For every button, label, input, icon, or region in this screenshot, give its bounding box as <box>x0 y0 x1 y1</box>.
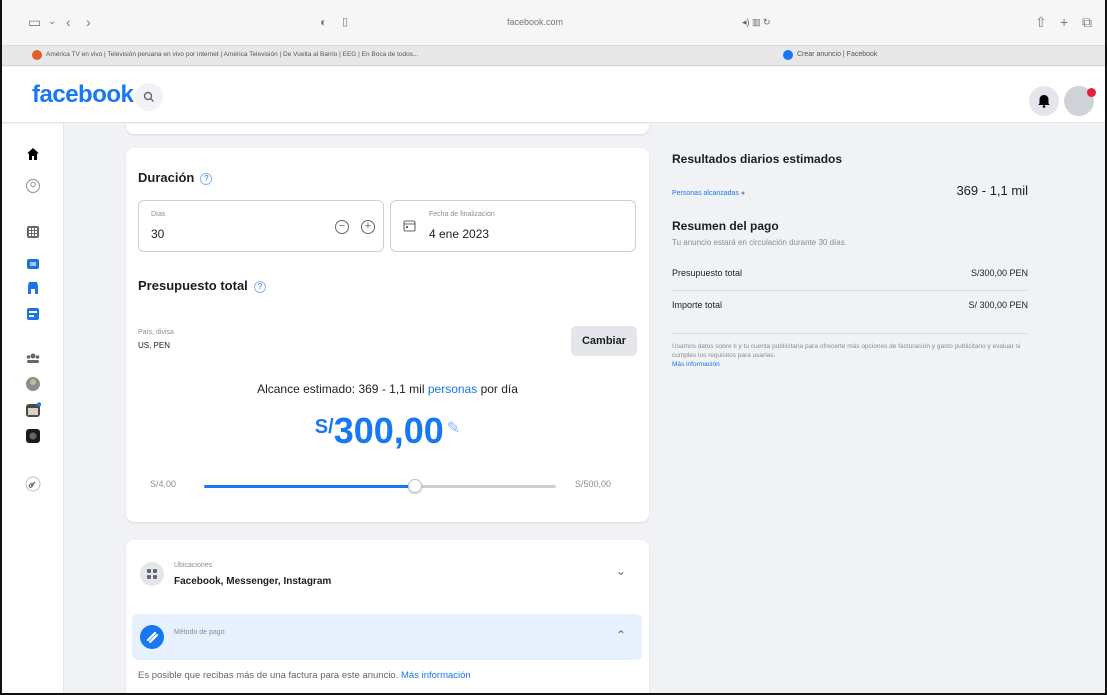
tab-crear-anuncio[interactable]: Crear anuncio | Facebook <box>797 51 877 58</box>
amount-value: 300,00 <box>333 410 444 451</box>
chevron-up-icon[interactable]: ⌃ <box>616 628 626 642</box>
search-button[interactable] <box>135 83 163 111</box>
profile-avatar[interactable] <box>1062 84 1096 118</box>
budget-slider[interactable] <box>204 479 556 493</box>
menu-grid-icon[interactable] <box>25 224 41 240</box>
estimated-reach: Alcance estimado: 369 - 1,1 mil personas… <box>257 382 518 396</box>
previous-card <box>126 124 649 134</box>
facebook-header: facebook <box>2 67 1105 123</box>
placements-payment-card: Ubicaciones Facebook, Messenger, Instagr… <box>126 540 649 693</box>
slider-fill <box>204 485 416 488</box>
privacy-icon[interactable]: ◐ <box>320 14 327 30</box>
home-icon[interactable] <box>25 146 41 162</box>
watch-icon[interactable] <box>25 256 41 272</box>
back-icon[interactable]: ‹ <box>66 14 71 30</box>
placements-value: Facebook, Messenger, Instagram <box>174 576 332 587</box>
end-date-label: Fecha de finalización <box>429 211 495 218</box>
total-budget-value: S/300,00 PEN <box>970 268 1028 278</box>
shortcut-avatar-3[interactable] <box>25 428 41 444</box>
payment-summary-sub: Tu anuncio estará en circulación durante… <box>672 238 847 247</box>
left-nav-rail <box>2 124 64 693</box>
tab-favicon-icon <box>32 50 42 60</box>
total-budget-label: Presupuesto total <box>672 268 743 278</box>
days-label: Días <box>151 211 166 218</box>
people-reached-label: Personas alcanzadas ● <box>672 190 746 197</box>
more-info-link[interactable]: Más información <box>672 360 1032 369</box>
audio-icon[interactable]: ◂) ▥ ↻ <box>742 17 771 28</box>
address-bar[interactable]: facebook.com <box>507 17 563 27</box>
days-field[interactable]: Días 30 − + <box>138 200 384 252</box>
notifications-button[interactable] <box>1029 86 1059 116</box>
payment-method-row[interactable]: Método de pago ⌃ <box>132 614 642 660</box>
sidebar-icon[interactable]: ▭ <box>28 14 41 30</box>
change-currency-button[interactable]: Cambiar <box>571 326 637 356</box>
end-date-value[interactable]: 4 ene 2023 <box>429 227 489 241</box>
edit-pencil-icon[interactable]: ✎ <box>447 420 460 437</box>
country-currency-label: País, divisa <box>138 329 174 336</box>
info-icon[interactable]: ? <box>200 173 213 185</box>
placements-label: Ubicaciones <box>174 562 213 569</box>
slider-thumb[interactable] <box>408 479 423 493</box>
tab-strip: América TV en vivo | Televisión peruana … <box>2 46 1105 66</box>
calendar-icon <box>403 220 416 232</box>
daily-results-title: Resultados diarios estimados <box>672 152 843 166</box>
country-currency-value: US, PEN <box>138 341 171 350</box>
days-value[interactable]: 30 <box>151 227 164 241</box>
pages-icon[interactable] <box>25 306 41 322</box>
groups-icon[interactable] <box>25 350 41 366</box>
share-icon[interactable]: ⇧ <box>1035 14 1047 30</box>
facebook-logo[interactable]: facebook <box>32 81 134 109</box>
screen: ▭ ⌄ ‹ › ◐ ▯ facebook.com ◂) ▥ ↻ ⇧ + ⧉ Am… <box>0 0 1107 695</box>
payment-summary-title: Resumen del pago <box>672 219 779 233</box>
decrease-days-button[interactable]: − <box>335 220 349 234</box>
slider-max-label: S/500,00 <box>575 479 612 489</box>
tab-america-tv[interactable]: América TV en vivo | Televisión peruana … <box>46 51 556 58</box>
end-date-field[interactable]: Fecha de finalización 4 ene 2023 <box>390 200 636 252</box>
total-amount-value: S/ 300,00 PEN <box>968 300 1028 310</box>
bell-icon <box>1038 95 1050 108</box>
divider <box>672 290 1028 291</box>
people-link[interactable]: personas <box>428 382 477 396</box>
increase-days-button[interactable]: + <box>361 220 375 234</box>
budget-duration-card: Duración? Días 30 − + Fecha de finalizac… <box>126 148 649 522</box>
invoice-note: Es posible que recibas más de una factur… <box>138 670 471 681</box>
forward-icon[interactable]: › <box>86 14 91 30</box>
search-icon <box>143 91 154 102</box>
info-icon[interactable]: ● <box>741 190 745 197</box>
budget-amount[interactable]: S/300,00 ✎ <box>126 410 649 452</box>
profile-icon[interactable] <box>25 178 41 194</box>
more-info-link[interactable]: Más información <box>401 670 471 681</box>
total-amount-label: Importe total <box>672 300 723 310</box>
facebook-favicon-icon <box>783 50 793 60</box>
total-budget-heading: Presupuesto total? <box>138 278 266 293</box>
info-icon[interactable]: ? <box>253 281 266 293</box>
slider-min-label: S/4,00 <box>150 479 177 489</box>
payment-icon <box>140 625 164 649</box>
notification-dot <box>1087 88 1096 97</box>
browser-toolbar: ▭ ⌄ ‹ › ◐ ▯ facebook.com ◂) ▥ ↻ ⇧ + ⧉ <box>2 0 1105 46</box>
placements-icon <box>140 562 164 586</box>
payment-method-label: Método de pago <box>174 629 225 636</box>
chevron-down-icon[interactable]: ⌄ <box>48 14 56 30</box>
people-reached-value: 369 - 1,1 mil <box>956 183 1028 198</box>
link-icon[interactable] <box>25 476 41 492</box>
marketplace-icon[interactable] <box>25 280 41 296</box>
shortcut-avatar-1[interactable] <box>25 376 41 392</box>
chevron-down-icon[interactable]: ⌄ <box>616 564 626 578</box>
billing-fine-print: Usamos datos sobre ti y tu cuenta public… <box>672 342 1032 369</box>
currency-symbol: S/ <box>314 416 334 438</box>
reader-icon[interactable]: ▯ <box>342 14 348 30</box>
shortcut-avatar-2[interactable] <box>25 402 41 418</box>
duration-heading: Duración? <box>138 170 213 185</box>
new-tab-icon[interactable]: + <box>1060 14 1068 30</box>
divider <box>672 333 1028 334</box>
tabs-overview-icon[interactable]: ⧉ <box>1082 14 1092 30</box>
